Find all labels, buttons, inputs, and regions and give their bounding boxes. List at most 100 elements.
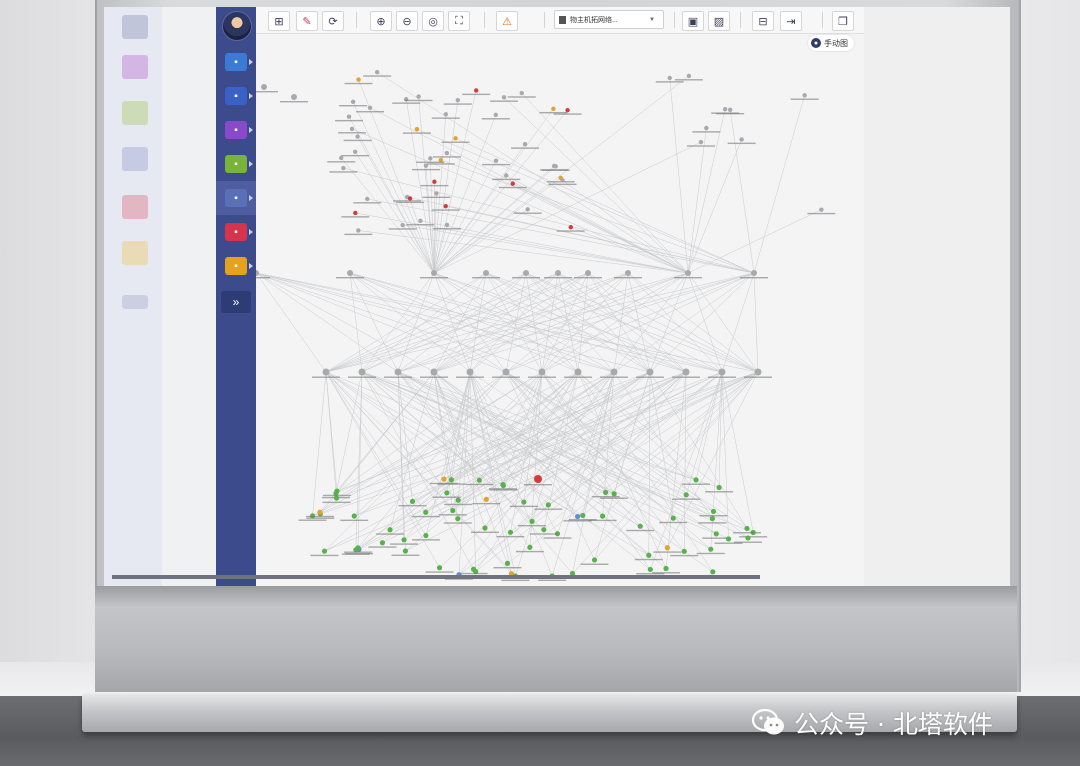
topology-node[interactable] <box>291 94 297 100</box>
topology-node[interactable] <box>334 488 340 494</box>
topology-node[interactable] <box>355 545 361 551</box>
zoom-out-button[interactable]: ⊖ <box>396 11 418 31</box>
topology-node[interactable] <box>432 179 437 184</box>
topology-node[interactable] <box>802 93 807 98</box>
topology-node[interactable] <box>637 523 643 529</box>
topology-node[interactable] <box>418 218 423 224</box>
topology-node[interactable] <box>725 536 732 542</box>
topology-node[interactable] <box>443 203 448 209</box>
topology-node[interactable] <box>482 525 488 531</box>
topology-node[interactable] <box>444 150 450 156</box>
topology-node[interactable] <box>355 134 360 139</box>
topology-node[interactable] <box>754 368 762 376</box>
topology-node[interactable] <box>476 477 482 483</box>
topology-node[interactable] <box>685 270 691 276</box>
sidebar-item-storage[interactable]: ▪ <box>225 121 247 139</box>
sidebar-item-devices[interactable]: ▪ <box>225 189 247 207</box>
topology-node[interactable] <box>718 368 726 376</box>
topology-node[interactable] <box>510 181 515 186</box>
topology-node[interactable] <box>349 126 355 132</box>
sidebar-item-settings[interactable]: ▪ <box>225 257 247 275</box>
topology-node[interactable] <box>261 84 267 90</box>
topology-node[interactable] <box>358 368 366 376</box>
topology-node[interactable] <box>455 97 461 103</box>
topology-node[interactable] <box>379 540 386 546</box>
topology-node[interactable] <box>352 149 358 154</box>
topology-canvas[interactable] <box>256 47 864 586</box>
topology-node[interactable] <box>591 557 598 563</box>
topology-node[interactable] <box>683 492 689 498</box>
refresh-button[interactable]: ⟳ <box>322 11 344 31</box>
topology-node[interactable] <box>667 75 672 81</box>
topology-node[interactable] <box>580 512 586 519</box>
topology-node[interactable] <box>521 499 527 505</box>
topology-node[interactable] <box>353 210 358 216</box>
topology-node[interactable] <box>428 156 433 161</box>
topology-node[interactable] <box>365 196 370 202</box>
topology-node[interactable] <box>367 105 373 111</box>
topology-node[interactable] <box>394 368 402 376</box>
topology-node[interactable] <box>317 509 323 515</box>
fit-button[interactable]: ⛶ <box>448 11 470 31</box>
topology-node[interactable] <box>545 502 551 508</box>
topology-node[interactable] <box>402 548 409 554</box>
sidebar-item-network[interactable]: ▪ <box>225 87 247 105</box>
layout-button[interactable]: ⊞ <box>268 11 290 31</box>
topology-node[interactable] <box>431 270 437 276</box>
topology-node[interactable] <box>504 560 511 566</box>
topology-node[interactable] <box>444 490 450 496</box>
topology-node[interactable] <box>350 99 356 105</box>
export-button[interactable]: ⇥ <box>780 11 802 31</box>
topology-node[interactable] <box>574 368 582 376</box>
topology-node[interactable] <box>664 545 670 551</box>
topology-node[interactable] <box>751 270 757 276</box>
topology-node[interactable] <box>374 69 380 75</box>
topology-node[interactable] <box>603 489 609 496</box>
topology-node[interactable] <box>400 222 405 228</box>
topology-node[interactable] <box>522 142 528 147</box>
topology-node[interactable] <box>739 137 744 142</box>
topology-node[interactable] <box>430 368 438 376</box>
topology-node[interactable] <box>347 270 353 276</box>
topology-node[interactable] <box>599 513 606 519</box>
topology-node[interactable] <box>693 477 699 483</box>
topology-node[interactable] <box>646 552 652 558</box>
topology-node[interactable] <box>708 546 714 552</box>
topology-node[interactable] <box>663 565 669 572</box>
topology-node[interactable] <box>455 497 461 503</box>
topology-node[interactable] <box>501 95 507 100</box>
topology-node[interactable] <box>698 139 704 145</box>
topology-node[interactable] <box>322 368 330 376</box>
topology-node[interactable] <box>744 525 750 532</box>
topology-node[interactable] <box>722 107 728 112</box>
topology-node[interactable] <box>534 475 542 483</box>
topology-node[interactable] <box>416 94 421 99</box>
topology-node[interactable] <box>470 566 477 572</box>
topology-node[interactable] <box>443 112 449 117</box>
topology-node[interactable] <box>710 508 717 515</box>
topology-node[interactable] <box>529 518 535 525</box>
topology-node[interactable] <box>670 515 676 521</box>
topology-node[interactable] <box>409 498 416 504</box>
topology-node[interactable] <box>681 548 687 554</box>
topology-node[interactable] <box>560 178 565 183</box>
topology-node[interactable] <box>551 163 557 169</box>
topology-node[interactable] <box>339 155 344 161</box>
topology-node[interactable] <box>453 136 458 141</box>
topology-node[interactable] <box>483 270 489 276</box>
topology-node[interactable] <box>333 495 340 501</box>
topology-node[interactable] <box>625 270 631 276</box>
topology-node[interactable] <box>716 484 722 491</box>
topology-node[interactable] <box>523 270 529 276</box>
sidebar-item-report[interactable]: ▪ <box>225 223 247 241</box>
device-button[interactable]: ⊟ <box>752 11 774 31</box>
topology-node[interactable] <box>527 544 533 550</box>
topology-node[interactable] <box>414 126 420 132</box>
topology-node[interactable] <box>356 77 361 82</box>
topology-node[interactable] <box>686 73 692 79</box>
topology-node[interactable] <box>423 163 429 168</box>
topology-node[interactable] <box>504 173 509 178</box>
topology-node[interactable] <box>493 112 498 118</box>
topology-node[interactable] <box>502 368 510 376</box>
topology-node[interactable] <box>450 507 456 514</box>
